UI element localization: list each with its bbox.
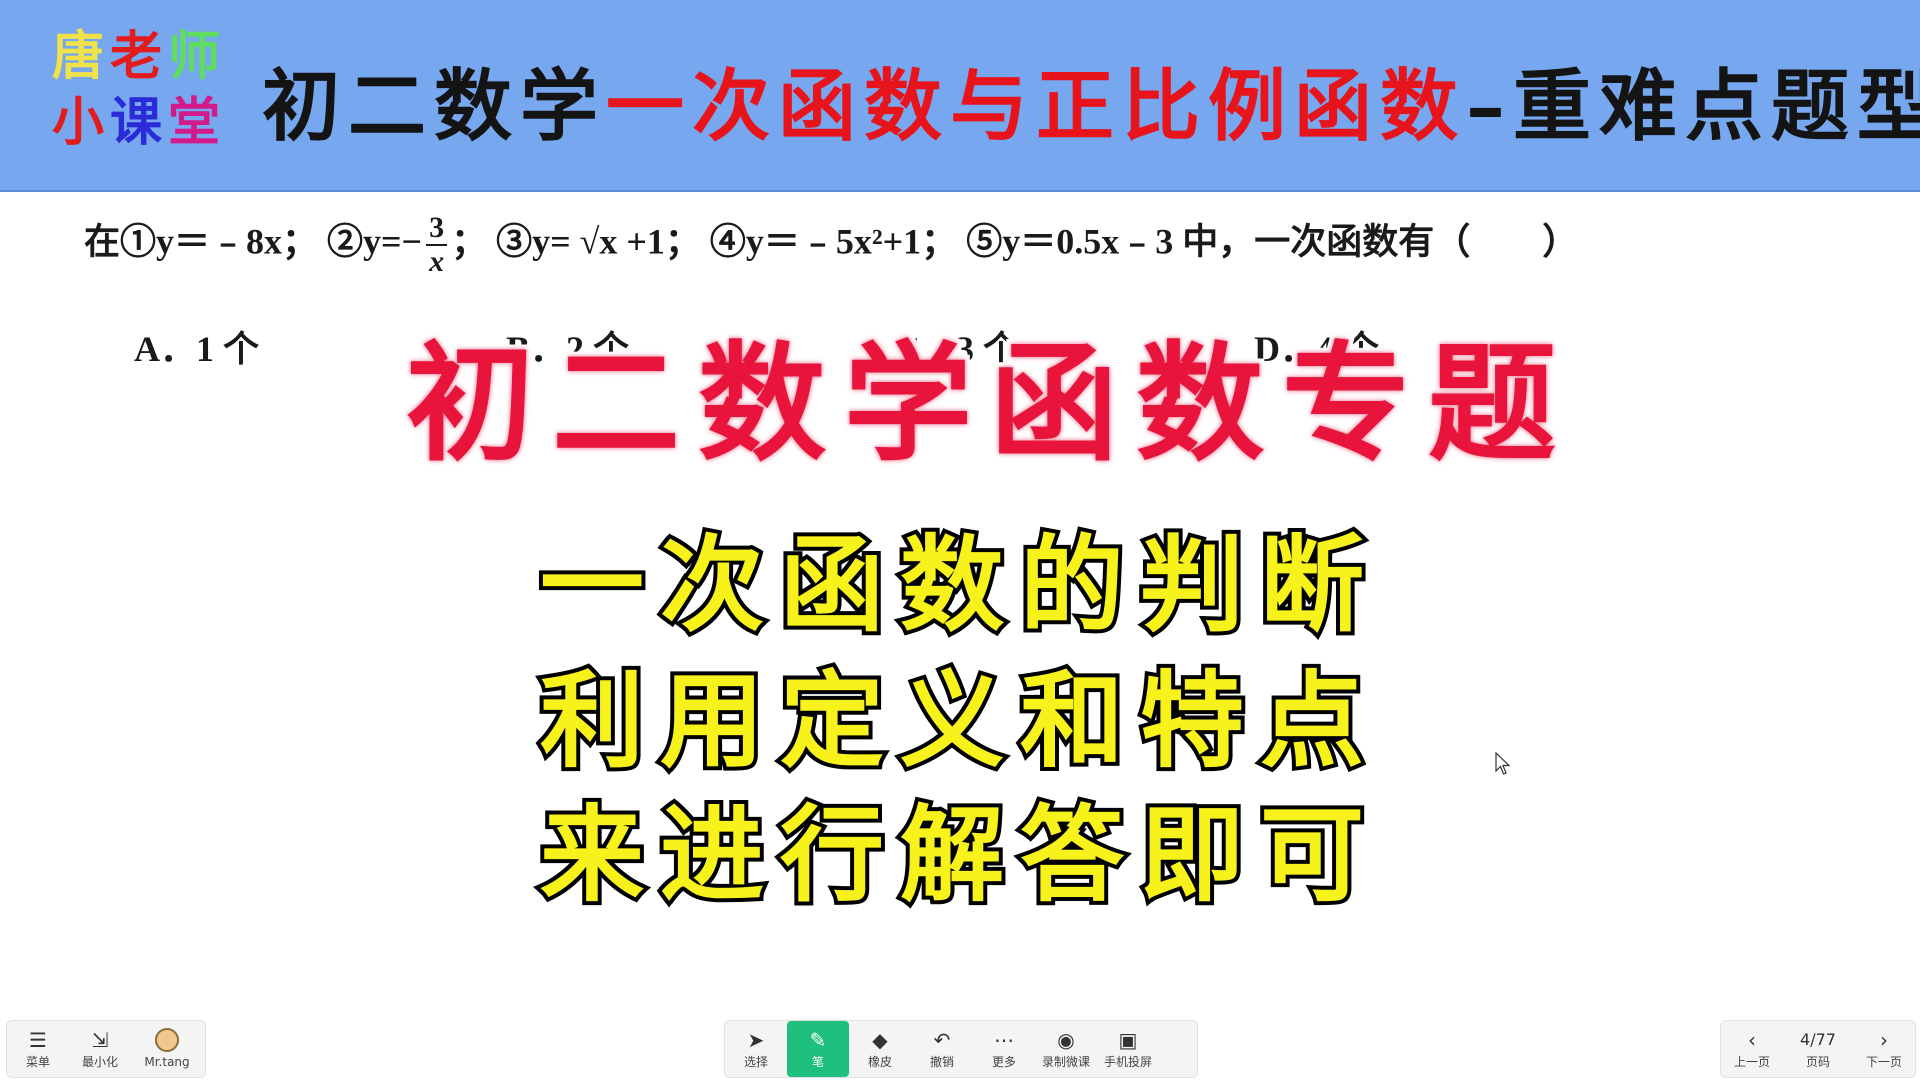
undo-label: 撤销 [929,1055,954,1069]
pointer-icon: ➤ [747,1028,765,1052]
select-tool-button[interactable]: ➤ 选择 [725,1021,787,1077]
user-button[interactable]: Mr.tang [131,1021,203,1077]
question-item-4: ④y＝﹣5x²+1； [709,221,958,262]
chevron-right-icon: › [1880,1028,1888,1052]
record-icon: ◉ [1057,1028,1075,1052]
mouse-cursor-icon [1495,752,1511,775]
option-a: A．1 个 [134,329,259,369]
menu-label: 菜单 [25,1055,50,1069]
select-label: 选择 [743,1055,768,1069]
menu-button[interactable]: ☰ 菜单 [7,1021,69,1077]
logo-char: 唐 [52,26,111,87]
title-suffix: –重难点题型 [1466,61,1920,152]
record-label: 录制微课 [1041,1055,1090,1069]
chevron-left-icon: ‹ [1748,1028,1756,1052]
avatar-icon [155,1028,179,1052]
minimize-icon: ⇲ [91,1028,109,1052]
question-item-2-suffix: ； [451,221,488,262]
title-highlight: 一次函数与正比例函数 [606,61,1467,152]
phone-label: 手机投屏 [1103,1055,1152,1069]
header-banner: 唐老师 小课堂 初二数学一次函数与正比例函数–重难点题型 [0,0,1920,192]
logo-char: 师 [168,26,227,87]
more-label: 更多 [991,1055,1016,1069]
page-label: 页码 [1805,1055,1830,1069]
undo-button[interactable]: ↶ 撤销 [911,1021,973,1077]
toolbar-left: ☰ 菜单 ⇲ 最小化 Mr.tang [6,1020,206,1078]
question-item-5: ⑤y＝0.5x﹣3 中，一次函数有（ ） [966,221,1579,262]
question-item-3: ③y= √x +1； [496,221,701,262]
overlay-caption-1: 一次函数的判断 [536,519,1380,650]
logo: 唐老师 小课堂 [52,24,232,156]
pen-tool-button[interactable]: ✎ 笔 [787,1021,849,1077]
logo-char: 课 [110,92,169,153]
page-title: 初二数学一次函数与正比例函数–重难点题型 [262,44,1920,154]
eraser-label: 橡皮 [867,1055,892,1069]
phone-cast-button[interactable]: ▣ 手机投屏 [1097,1021,1159,1077]
overlay-title: 初二数学函数专题 [401,324,1574,484]
toolbar-tools: ➤ 选择 ✎ 笔 ◆ 橡皮 ↶ 撤销 ⋯ 更多 ◉ 录制微课 ▣ 手机投屏 [724,1020,1198,1078]
fraction-numerator: 3 [426,212,448,246]
eraser-tool-button[interactable]: ◆ 橡皮 [849,1021,911,1077]
overlay-caption-2: 利用定义和特点 [536,655,1380,786]
fraction: 3x [426,212,448,278]
prev-page-button[interactable]: ‹ 上一页 [1721,1021,1783,1077]
next-label: 下一页 [1865,1055,1902,1069]
pen-label: 笔 [811,1055,824,1069]
user-label: Mr.tang [144,1055,190,1069]
phone-icon: ▣ [1118,1028,1138,1052]
minimize-button[interactable]: ⇲ 最小化 [69,1021,131,1077]
prev-label: 上一页 [1733,1055,1770,1069]
question-item-2-prefix: ②y=− [327,221,423,262]
logo-char: 堂 [168,92,227,153]
question-lead: 在 [84,221,121,262]
question-text: 在①y＝﹣8x； ②y=− 3 x； ③y= √x +1； ④y＝﹣5x²+1； ⑤… [84,212,1724,282]
page-number: 4/77 [1800,1030,1836,1049]
undo-icon: ↶ [933,1028,951,1052]
avatar [155,1028,179,1052]
hamburger-icon: ☰ [29,1028,47,1052]
next-page-button[interactable]: › 下一页 [1853,1021,1915,1077]
overlay-caption-3: 来进行解答即可 [536,789,1380,920]
logo-char: 老 [110,26,169,87]
minimize-label: 最小化 [81,1055,118,1069]
record-button[interactable]: ◉ 录制微课 [1035,1021,1097,1077]
more-icon: ⋯ [994,1028,1014,1052]
eraser-icon: ◆ [872,1028,888,1052]
toolbar-pager: ‹ 上一页 4/77 页码 › 下一页 [1720,1020,1916,1078]
question-item-1: ①y＝﹣8x； [120,221,319,262]
pen-icon: ✎ [809,1028,827,1052]
page-indicator[interactable]: 4/77 页码 [1783,1021,1853,1077]
fraction-denominator: x [429,245,445,278]
logo-char: 小 [52,92,111,153]
title-prefix: 初二数学 [262,61,607,152]
more-button[interactable]: ⋯ 更多 [973,1021,1035,1077]
